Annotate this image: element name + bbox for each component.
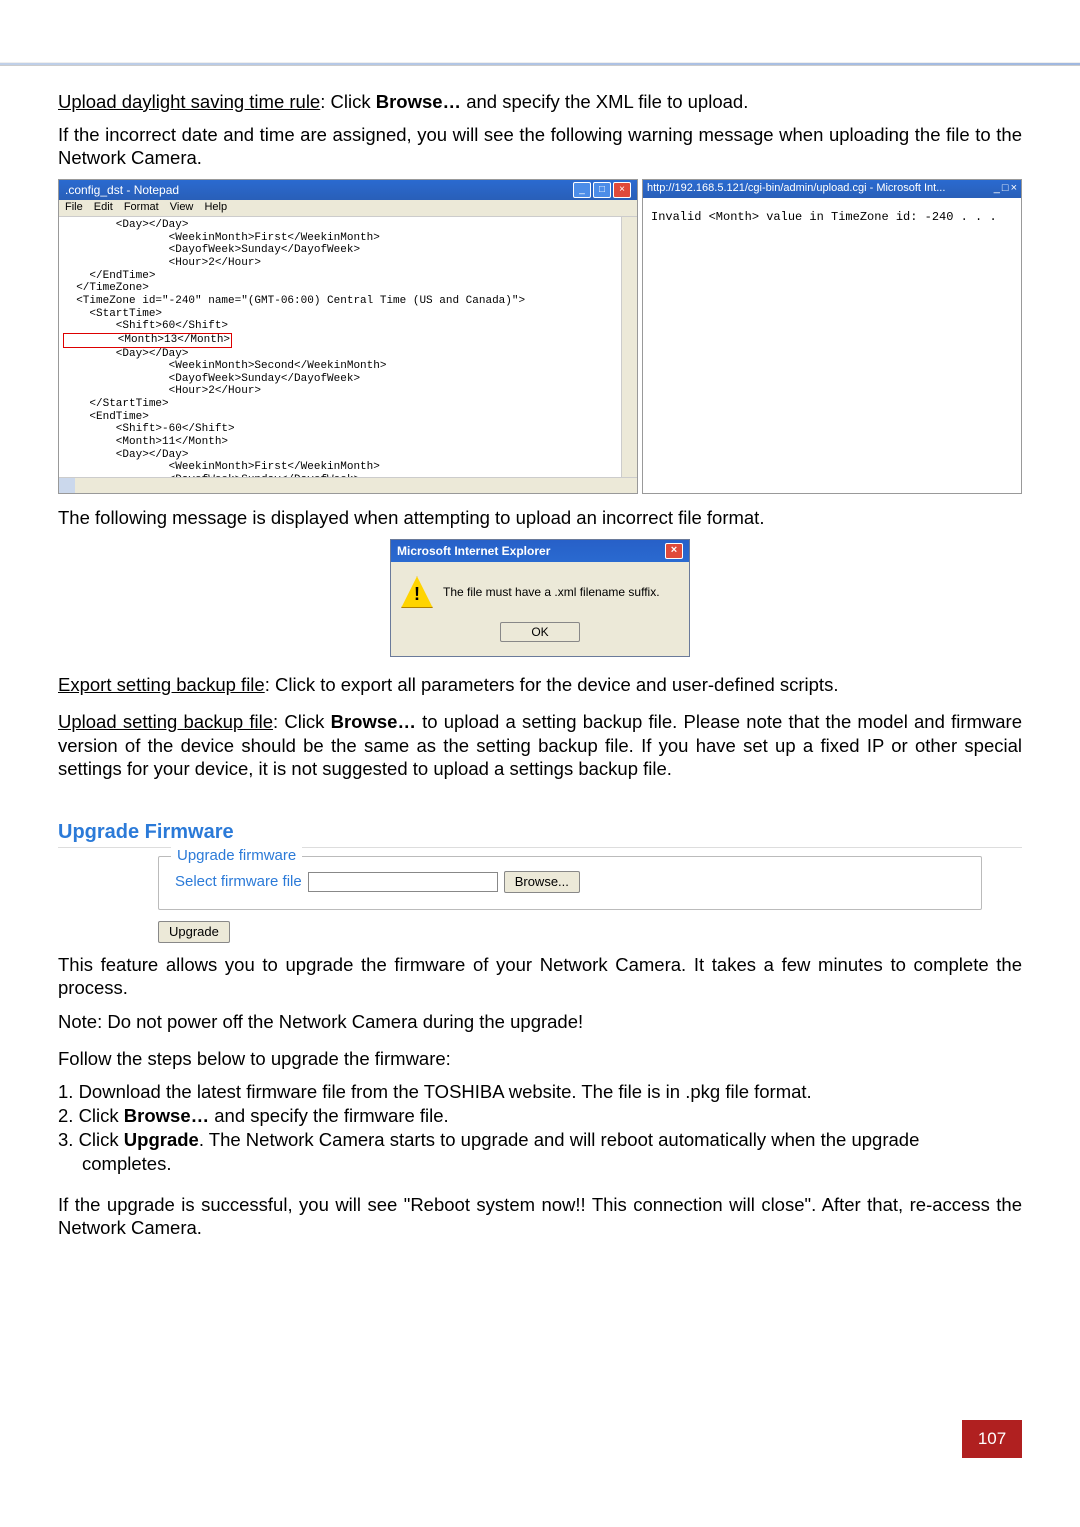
horizontal-scrollbar[interactable] <box>59 477 637 493</box>
xml-error-highlight: <Month>13</Month> <box>63 333 232 348</box>
export-label: Export setting backup file <box>58 674 265 695</box>
notepad-window: .config_dst - Notepad _ □ × File Edit Fo… <box>58 179 638 494</box>
upgrade-note: Note: Do not power off the Network Camer… <box>58 1010 1022 1033</box>
notepad-titlebar: .config_dst - Notepad _ □ × <box>59 180 637 200</box>
browser-body: Invalid <Month> value in TimeZone id: -2… <box>643 198 1021 288</box>
step-2: 2. Click Browse… and specify the firmwar… <box>58 1104 1022 1127</box>
menu-help[interactable]: Help <box>204 201 227 213</box>
minimize-icon[interactable]: _ <box>573 182 591 198</box>
notepad-menubar: File Edit Format View Help <box>59 200 637 217</box>
upload-rule-para: Upload daylight saving time rule: Click … <box>58 90 1022 113</box>
vertical-scrollbar[interactable] <box>621 217 637 477</box>
page-content: Upload daylight saving time rule: Click … <box>0 66 1080 1270</box>
maximize-icon[interactable]: □ <box>593 182 611 198</box>
browser-titlebar: http://192.168.5.121/cgi-bin/admin/uploa… <box>643 180 1021 198</box>
incorrect-date-para: If the incorrect date and time are assig… <box>58 123 1022 169</box>
after-notepad-para: The following message is displayed when … <box>58 506 1022 529</box>
browser-title: http://192.168.5.121/cgi-bin/admin/uploa… <box>647 182 945 196</box>
export-para: Export setting backup file: Click to exp… <box>58 673 1022 696</box>
menu-format[interactable]: Format <box>124 201 159 213</box>
warning-icon <box>401 576 433 608</box>
upgrade-follow: Follow the steps below to upgrade the fi… <box>58 1047 1022 1070</box>
browse-button[interactable]: Browse... <box>504 871 580 893</box>
close-icon[interactable]: × <box>613 182 631 198</box>
upgrade-intro: This feature allows you to upgrade the f… <box>58 953 1022 999</box>
step-3: 3. Click Upgrade. The Network Camera sta… <box>58 1128 1022 1151</box>
dialog-body: The file must have a .xml filename suffi… <box>391 562 689 622</box>
step-1: 1. Download the latest firmware file fro… <box>58 1080 1022 1103</box>
browser-body-blank <box>643 288 1021 458</box>
dialog-message: The file must have a .xml filename suffi… <box>443 585 660 600</box>
close-icon[interactable]: × <box>1011 182 1017 196</box>
dialog-title: Microsoft Internet Explorer <box>397 544 550 559</box>
browser-window: http://192.168.5.121/cgi-bin/admin/uploa… <box>642 179 1022 494</box>
menu-edit[interactable]: Edit <box>94 201 113 213</box>
upload-backup-label: Upload setting backup file <box>58 711 273 732</box>
upgrade-steps: 1. Download the latest firmware file fro… <box>58 1080 1022 1176</box>
dialog-box: Microsoft Internet Explorer × The file m… <box>390 539 690 657</box>
notepad-body: <Day></Day> <WeekinMonth>First</WeekinMo… <box>59 217 637 477</box>
menu-view[interactable]: View <box>170 201 194 213</box>
upload-backup-para: Upload setting backup file: Click Browse… <box>58 710 1022 779</box>
close-icon[interactable]: × <box>665 543 683 559</box>
minimize-icon[interactable]: _ <box>994 182 1000 196</box>
menu-file[interactable]: File <box>65 201 83 213</box>
page-number: 107 <box>962 1420 1022 1458</box>
upgrade-success: If the upgrade is successful, you will s… <box>58 1193 1022 1239</box>
upload-rule-label: Upload daylight saving time rule <box>58 91 320 112</box>
firmware-file-label: Select firmware file <box>175 873 302 892</box>
upgrade-legend: Upgrade firmware <box>171 847 302 866</box>
notepad-title: .config_dst - Notepad <box>65 183 179 198</box>
upgrade-fieldset: Upgrade firmware Select firmware file Br… <box>158 856 982 910</box>
dialog-titlebar: Microsoft Internet Explorer × <box>391 540 689 562</box>
dialog-wrap: Microsoft Internet Explorer × The file m… <box>58 539 1022 657</box>
maximize-icon[interactable]: □ <box>1002 182 1009 196</box>
firmware-file-input[interactable] <box>308 872 498 892</box>
upgrade-fieldset-wrap: Upgrade firmware Select firmware file Br… <box>58 852 1022 954</box>
ok-button[interactable]: OK <box>500 622 580 642</box>
notepad-and-browser-row: .config_dst - Notepad _ □ × File Edit Fo… <box>58 179 1022 494</box>
step-3-cont: completes. <box>58 1152 1022 1175</box>
footer: 107 <box>0 1420 1080 1478</box>
upgrade-button[interactable]: Upgrade <box>158 921 230 943</box>
upgrade-heading: Upgrade Firmware <box>58 820 1022 848</box>
